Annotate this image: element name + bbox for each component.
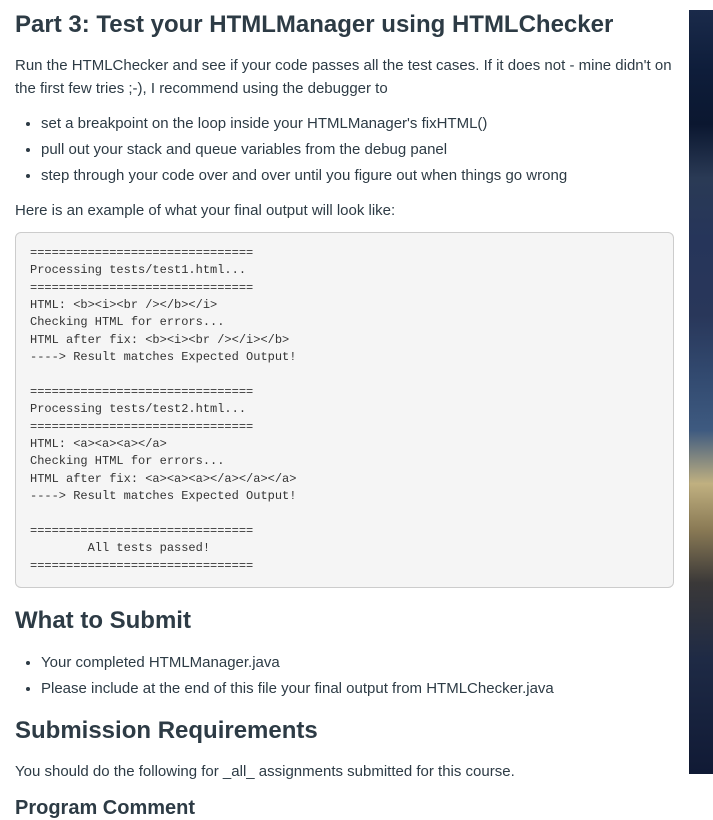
submit-list: Your completed HTMLManager.java Please i… — [15, 650, 674, 702]
program-comment-heading: Program Comment — [15, 797, 674, 820]
submit-heading: What to Submit — [15, 606, 674, 636]
decorative-side-image — [689, 10, 713, 774]
example-label: Here is an example of what your final ou… — [15, 199, 674, 222]
requirements-heading: Submission Requirements — [15, 716, 674, 746]
document-content: Part 3: Test your HTMLManager using HTML… — [0, 10, 689, 820]
part3-steps-list: set a breakpoint on the loop inside your… — [15, 111, 674, 189]
list-item: step through your code over and over unt… — [41, 163, 674, 189]
list-item: set a breakpoint on the loop inside your… — [41, 111, 674, 137]
code-block: =============================== Processi… — [15, 232, 674, 588]
part3-intro: Run the HTMLChecker and see if your code… — [15, 54, 674, 101]
part3-heading: Part 3: Test your HTMLManager using HTML… — [15, 10, 674, 40]
list-item: pull out your stack and queue variables … — [41, 137, 674, 163]
list-item: Your completed HTMLManager.java — [41, 650, 674, 676]
list-item: Please include at the end of this file y… — [41, 676, 674, 702]
